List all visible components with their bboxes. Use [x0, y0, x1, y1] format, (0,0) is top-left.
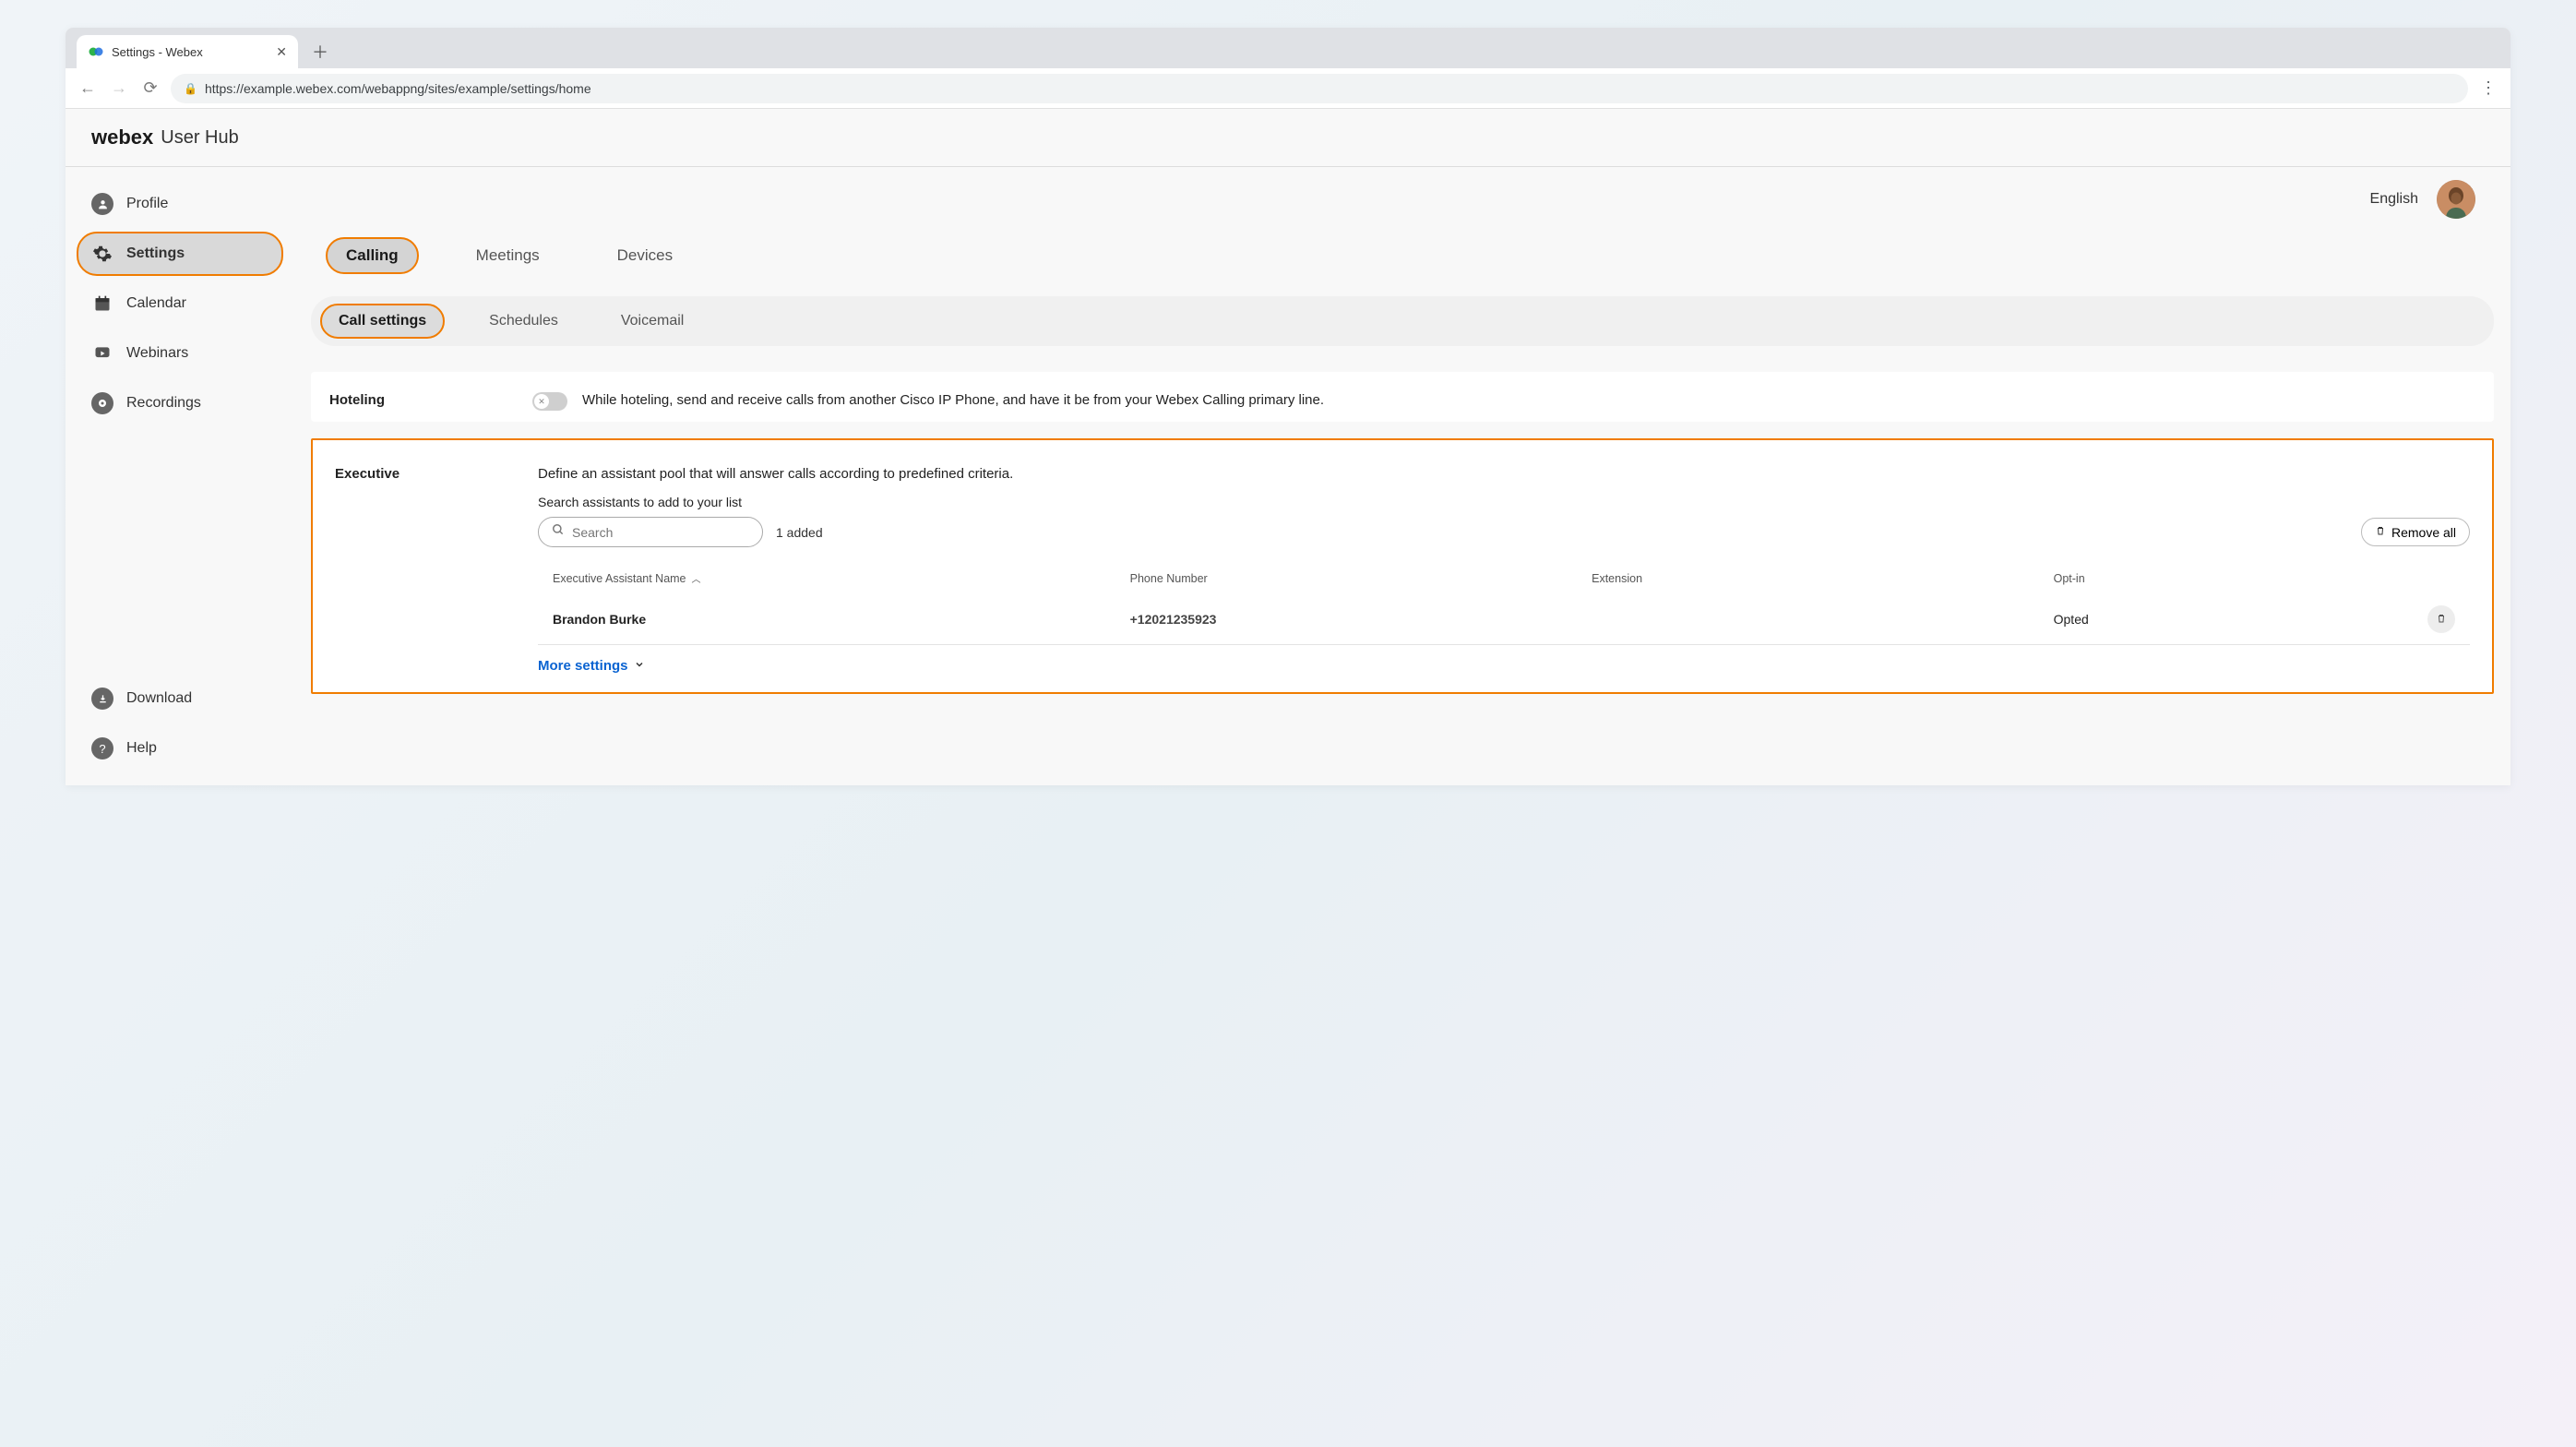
search-input[interactable] — [572, 525, 749, 540]
top-row: English — [311, 180, 2494, 219]
hoteling-description: While hoteling, send and receive calls f… — [582, 392, 1324, 408]
content-area: English Calling Meetings Devices Call se… — [294, 167, 2510, 785]
remove-all-button[interactable]: Remove all — [2361, 518, 2470, 546]
row-optin: Opted — [2054, 612, 2400, 627]
browser-tab[interactable]: Settings - Webex ✕ — [77, 35, 298, 68]
avatar[interactable] — [2437, 180, 2475, 219]
lock-icon: 🔒 — [184, 82, 197, 95]
subtab-schedules[interactable]: Schedules — [471, 304, 577, 339]
brand-logo: webex — [91, 126, 153, 149]
webex-favicon — [88, 43, 104, 60]
remove-all-label: Remove all — [2391, 525, 2456, 540]
sub-tab-bar: Call settings Schedules Voicemail — [311, 296, 2494, 346]
tab-title: Settings - Webex — [112, 45, 268, 59]
browser-menu-icon[interactable]: ⋮ — [2477, 78, 2499, 98]
trash-icon — [2375, 524, 2386, 540]
tab-label: Meetings — [476, 246, 540, 264]
subtab-label: Call settings — [339, 313, 426, 329]
tab-devices[interactable]: Devices — [597, 237, 693, 274]
recording-icon — [91, 392, 113, 414]
subtab-call-settings[interactable]: Call settings — [320, 304, 445, 339]
hoteling-title: Hoteling — [329, 392, 514, 411]
webinar-icon — [91, 342, 113, 365]
sidebar-item-label: Download — [126, 690, 192, 707]
table-header: Executive Assistant Name ︿ Phone Number … — [538, 571, 2470, 594]
col-name[interactable]: Executive Assistant Name ︿ — [553, 571, 1130, 585]
added-count: 1 added — [776, 525, 823, 540]
col-phone[interactable]: Phone Number — [1130, 571, 1592, 585]
row-phone: +12021235923 — [1130, 612, 1592, 627]
sidebar-item-label: Webinars — [126, 345, 188, 362]
more-settings-link[interactable]: More settings — [538, 658, 2470, 674]
back-button[interactable]: ← — [77, 78, 99, 98]
chevron-down-icon — [634, 658, 645, 674]
address-bar: ← → ⟳ 🔒 https://example.webex.com/webapp… — [66, 68, 2510, 109]
toggle-knob: ✕ — [534, 394, 549, 409]
sidebar-item-label: Calendar — [126, 295, 186, 312]
app-root: webex User Hub Profile Settings — [66, 109, 2510, 785]
col-label: Extension — [1592, 572, 1642, 585]
more-settings-label: More settings — [538, 658, 628, 674]
col-optin[interactable]: Opt-in — [2054, 571, 2400, 585]
tab-bar: Settings - Webex ✕ ＋ — [66, 28, 2510, 68]
search-row: 1 added Remove all — [538, 517, 2470, 547]
subtab-label: Voicemail — [621, 313, 684, 329]
sidebar-item-settings[interactable]: Settings — [77, 232, 283, 276]
sidebar-item-label: Profile — [126, 196, 168, 212]
search-box[interactable] — [538, 517, 763, 547]
sidebar-item-calendar[interactable]: Calendar — [77, 281, 283, 326]
sidebar-item-profile[interactable]: Profile — [77, 182, 283, 226]
col-label: Opt-in — [2054, 572, 2085, 585]
executive-description: Define an assistant pool that will answe… — [538, 466, 2470, 482]
sidebar-item-label: Recordings — [126, 395, 201, 412]
delete-row-button[interactable] — [2427, 605, 2455, 633]
executive-search-label: Search assistants to add to your list — [538, 495, 2470, 509]
assistant-table: Executive Assistant Name ︿ Phone Number … — [538, 571, 2470, 645]
new-tab-button[interactable]: ＋ — [307, 39, 333, 65]
brand-subtitle: User Hub — [161, 127, 238, 149]
forward-button[interactable]: → — [108, 78, 130, 98]
url-box[interactable]: 🔒 https://example.webex.com/webappng/sit… — [171, 74, 2468, 103]
browser-window: Settings - Webex ✕ ＋ ← → ⟳ 🔒 https://exa… — [66, 28, 2510, 785]
sidebar-item-download[interactable]: Download — [77, 676, 283, 721]
sidebar-item-webinars[interactable]: Webinars — [77, 331, 283, 376]
col-label: Executive Assistant Name — [553, 572, 686, 585]
table-row: Brandon Burke +12021235923 Opted — [538, 594, 2470, 645]
sort-asc-icon: ︿ — [692, 571, 701, 585]
profile-icon — [91, 193, 113, 215]
subtab-voicemail[interactable]: Voicemail — [602, 304, 702, 339]
sidebar-item-help[interactable]: ? Help — [77, 726, 283, 771]
tab-label: Devices — [617, 246, 673, 264]
reload-button[interactable]: ⟳ — [139, 78, 161, 98]
executive-panel: Executive Define an assistant pool that … — [311, 438, 2494, 694]
tab-calling[interactable]: Calling — [326, 237, 419, 274]
gear-icon — [91, 243, 113, 265]
tab-meetings[interactable]: Meetings — [456, 237, 560, 274]
subtab-label: Schedules — [489, 313, 558, 329]
sidebar-item-label: Settings — [126, 245, 185, 262]
calendar-icon — [91, 293, 113, 315]
tab-label: Calling — [346, 246, 399, 264]
download-icon — [91, 688, 113, 710]
executive-title: Executive — [335, 466, 519, 674]
sidebar-item-recordings[interactable]: Recordings — [77, 381, 283, 425]
hoteling-toggle[interactable]: ✕ — [532, 392, 567, 411]
trash-icon — [2436, 612, 2447, 628]
help-icon: ? — [91, 737, 113, 759]
col-label: Phone Number — [1130, 572, 1208, 585]
main-tabs: Calling Meetings Devices — [311, 228, 2494, 296]
close-icon[interactable]: ✕ — [276, 44, 287, 60]
sidebar-item-label: Help — [126, 740, 157, 757]
app-header: webex User Hub — [66, 109, 2510, 167]
sidebar: Profile Settings Calendar — [66, 167, 294, 785]
search-icon — [552, 523, 565, 541]
row-name: Brandon Burke — [553, 612, 1130, 627]
language-selector[interactable]: English — [2370, 191, 2418, 208]
url-text: https://example.webex.com/webappng/sites… — [205, 81, 591, 96]
col-ext[interactable]: Extension — [1592, 571, 2054, 585]
hoteling-panel: Hoteling ✕ While hoteling, send and rece… — [311, 372, 2494, 422]
